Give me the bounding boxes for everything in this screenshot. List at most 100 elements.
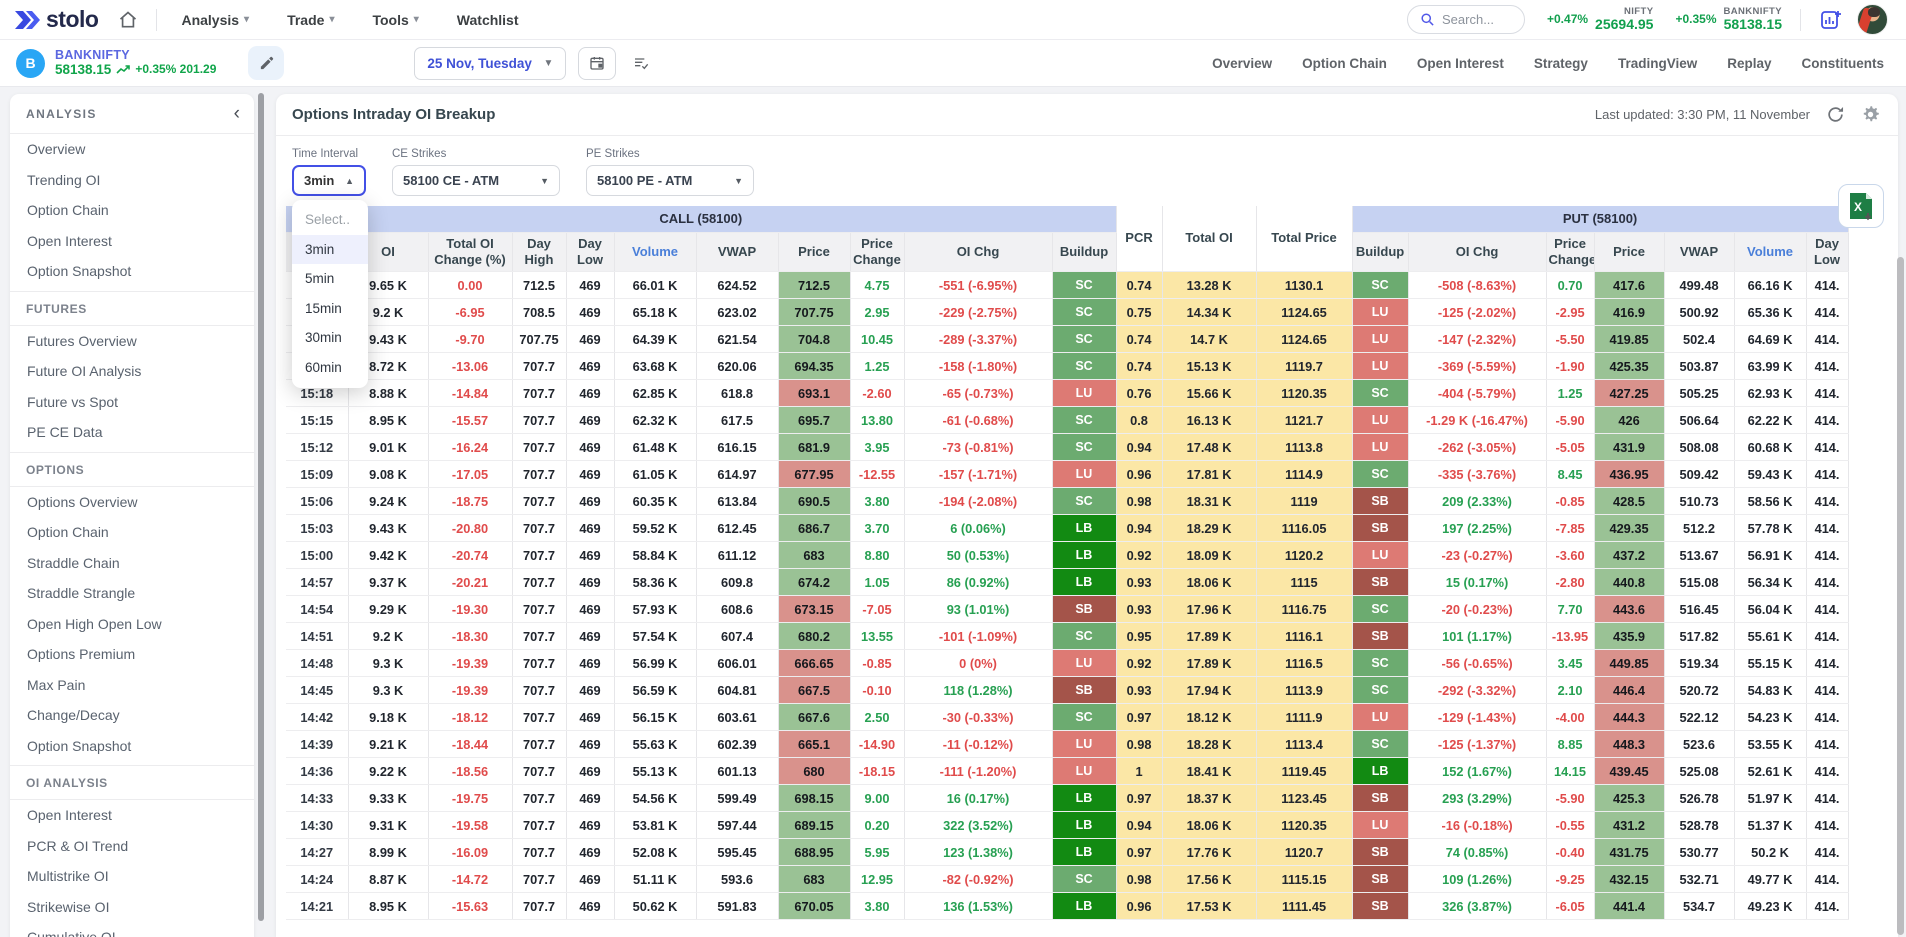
cell-vol: 56.99 K — [614, 650, 696, 677]
cell-toi: 17.96 K — [1162, 596, 1256, 623]
sidebar-item-strikewise-oi[interactable]: Strikewise OI — [10, 892, 254, 923]
cell-dh: 707.7 — [512, 893, 566, 920]
watchlist-check-button[interactable] — [622, 47, 660, 80]
col-vol[interactable]: Volume — [614, 232, 696, 272]
sidebar: ANALYSIS‹OverviewTrending OIOption Chain… — [10, 94, 254, 937]
col-p_vol[interactable]: Volume — [1734, 232, 1806, 272]
cell-tp: 1119.7 — [1256, 353, 1352, 380]
cell-toi: 16.13 K — [1162, 407, 1256, 434]
buildup-badge: SC — [1352, 677, 1408, 704]
sidebar-item-options-overview[interactable]: Options Overview — [10, 487, 254, 518]
ticker-change: +0.35% — [1675, 12, 1716, 26]
cell-p_vwap: 509.42 — [1664, 461, 1734, 488]
cell-vol: 54.56 K — [614, 785, 696, 812]
pe-strikes-select[interactable]: 58100 PE - ATM ▼ — [586, 165, 754, 196]
tab-open-interest[interactable]: Open Interest — [1417, 56, 1504, 71]
sidebar-item-option-snapshot[interactable]: Option Snapshot — [10, 256, 254, 287]
sidebar-item-trending-oi[interactable]: Trending OI — [10, 165, 254, 196]
nav-menu-tools[interactable]: Tools▾ — [372, 12, 418, 28]
cell-pc: 4.75 — [850, 272, 904, 299]
cell-time: 14:36 — [286, 758, 348, 785]
dropdown-option-60min[interactable]: 60min — [292, 353, 368, 383]
cell-oi: 9.42 K — [348, 542, 428, 569]
buildup-badge: LU — [1352, 812, 1408, 839]
calendar-button[interactable] — [578, 47, 616, 80]
settings-button[interactable] — [1861, 105, 1880, 124]
time-interval-select[interactable]: 3min ▲ — [292, 165, 366, 196]
home-button[interactable] — [118, 10, 138, 30]
nav-menu-watchlist[interactable]: Watchlist — [457, 12, 519, 28]
sidebar-item-options-premium[interactable]: Options Premium — [10, 639, 254, 670]
sidebar-item-overview[interactable]: Overview — [10, 134, 254, 165]
cell-p_vwap: 512.2 — [1664, 515, 1734, 542]
sidebar-collapse-icon[interactable]: ‹ — [234, 104, 240, 123]
cell-toc: -9.70 — [428, 326, 512, 353]
cell-time: 14:51 — [286, 623, 348, 650]
table-scrollbar[interactable] — [1897, 257, 1904, 935]
sidebar-item-option-chain[interactable]: Option Chain — [10, 195, 254, 226]
ce-strikes-select[interactable]: 58100 CE - ATM ▼ — [392, 165, 560, 196]
instrument-name[interactable]: BANKNIFTY — [55, 48, 216, 62]
chart-plus-button[interactable] — [1819, 8, 1843, 32]
cell-pcr: 0.95 — [1116, 623, 1162, 650]
sidebar-item-open-interest[interactable]: Open Interest — [10, 800, 254, 831]
cell-tp: 1114.9 — [1256, 461, 1352, 488]
cell-toi: 17.89 K — [1162, 650, 1256, 677]
dropdown-option-5min[interactable]: 5min — [292, 264, 368, 294]
excel-download-button[interactable]: X — [1838, 184, 1884, 228]
avatar[interactable] — [1857, 4, 1888, 35]
cell-toi: 17.53 K — [1162, 893, 1256, 920]
tab-constituents[interactable]: Constituents — [1802, 56, 1885, 71]
divider — [1800, 9, 1801, 31]
sidebar-item-straddle-strangle[interactable]: Straddle Strangle — [10, 578, 254, 609]
expiry-date-select[interactable]: 25 Nov, Tuesday ▼ — [414, 47, 566, 80]
buildup-badge: LB — [1052, 542, 1116, 569]
edit-instrument-button[interactable] — [248, 46, 284, 80]
sidebar-item-max-pain[interactable]: Max Pain — [10, 670, 254, 701]
cell-p_oic: 15 (0.17%) — [1408, 569, 1546, 596]
cell-toc: -20.74 — [428, 542, 512, 569]
tab-replay[interactable]: Replay — [1727, 56, 1771, 71]
sidebar-item-pe-ce-data[interactable]: PE CE Data — [10, 417, 254, 448]
buildup-badge: SC — [1352, 272, 1408, 299]
sidebar-item-open-high-open-low[interactable]: Open High Open Low — [10, 609, 254, 640]
dropdown-option-select[interactable]: Select.. — [292, 205, 368, 235]
sidebar-item-open-interest[interactable]: Open Interest — [10, 226, 254, 257]
cell-vwap: 604.81 — [696, 677, 778, 704]
tab-option-chain[interactable]: Option Chain — [1302, 56, 1387, 71]
cell-p_vol: 59.43 K — [1734, 461, 1806, 488]
cell-p_dl: 414. — [1806, 677, 1848, 704]
cell-p_vwap: 510.73 — [1664, 488, 1734, 515]
tab-tradingview[interactable]: TradingView — [1618, 56, 1697, 71]
sidebar-item-future-oi-analysis[interactable]: Future OI Analysis — [10, 356, 254, 387]
sidebar-item-multistrike-oi[interactable]: Multistrike OI — [10, 861, 254, 892]
buildup-badge: SB — [1352, 515, 1408, 542]
nav-menu-analysis[interactable]: Analysis▾ — [181, 12, 249, 28]
sidebar-item-pcr-oi-trend[interactable]: PCR & OI Trend — [10, 831, 254, 862]
tab-overview[interactable]: Overview — [1212, 56, 1272, 71]
sidebar-item-change-decay[interactable]: Change/Decay — [10, 700, 254, 731]
dropdown-option-3min[interactable]: 3min — [292, 235, 368, 265]
cell-p_price: 425.3 — [1594, 785, 1664, 812]
sidebar-item-future-vs-spot[interactable]: Future vs Spot — [10, 387, 254, 418]
sidebar-item-cumulative-oi[interactable]: Cumulative OI — [10, 922, 254, 937]
tab-strategy[interactable]: Strategy — [1534, 56, 1588, 71]
cell-toc: -16.24 — [428, 434, 512, 461]
nav-menu-trade[interactable]: Trade▾ — [287, 12, 334, 28]
sidebar-item-straddle-chain[interactable]: Straddle Chain — [10, 548, 254, 579]
refresh-button[interactable] — [1826, 105, 1845, 124]
dropdown-option-15min[interactable]: 15min — [292, 294, 368, 324]
sidebar-item-option-chain[interactable]: Option Chain — [10, 517, 254, 548]
search-input[interactable] — [1442, 12, 1512, 27]
cell-oi: 9.37 K — [348, 569, 428, 596]
sidebar-item-futures-overview[interactable]: Futures Overview — [10, 326, 254, 357]
sidebar-item-option-snapshot[interactable]: Option Snapshot — [10, 731, 254, 762]
cell-p_dl: 414. — [1806, 326, 1848, 353]
dropdown-option-30min[interactable]: 30min — [292, 323, 368, 353]
sidebar-scrollbar[interactable] — [258, 93, 264, 921]
stolo-logo[interactable]: stolo — [14, 6, 98, 33]
cell-toi: 13.28 K — [1162, 272, 1256, 299]
search-box[interactable] — [1407, 5, 1525, 34]
buildup-badge: SC — [1052, 299, 1116, 326]
cell-p_vwap: 519.34 — [1664, 650, 1734, 677]
